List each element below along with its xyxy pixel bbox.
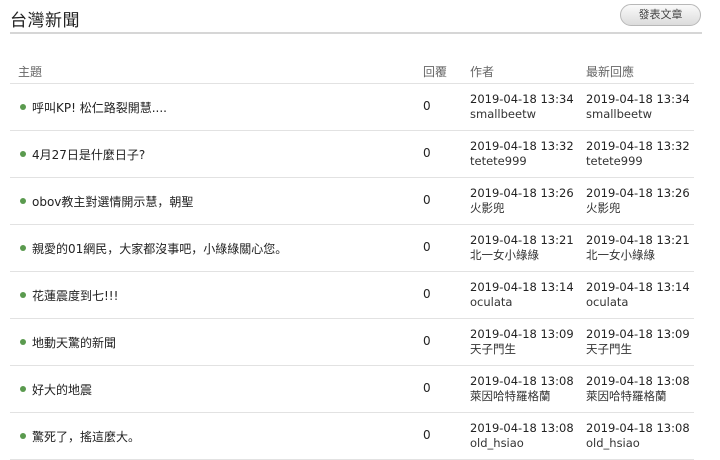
reply-count: 0: [423, 334, 431, 348]
latest-time[interactable]: 2019-04-18 13:21: [586, 233, 690, 248]
author-cell: 2019-04-18 13:08 old_hsiao: [470, 421, 574, 451]
bullet-icon: [20, 339, 26, 345]
author-name[interactable]: 萊因哈特羅格蘭: [470, 389, 574, 404]
table-row: 親愛的01網民，大家都沒事吧，小綠綠關心您。 0 2019-04-18 13:2…: [10, 225, 694, 272]
bullet-icon: [20, 245, 26, 251]
bullet-icon: [20, 198, 26, 204]
author-cell: 2019-04-18 13:08 萊因哈特羅格蘭: [470, 374, 574, 404]
column-header-latest: 最新回應: [586, 65, 635, 79]
author-cell: 2019-04-18 13:14 oculata: [470, 280, 574, 310]
author-cell: 2019-04-18 13:21 北一女小綠綠: [470, 233, 574, 263]
author-cell: 2019-04-18 13:32 tetete999: [470, 139, 574, 169]
latest-time[interactable]: 2019-04-18 13:14: [586, 280, 690, 295]
topic-table: 主題 回覆 作者 最新回應 呼叫KP! 松仁路裂開慧.... 0 2019-04…: [10, 36, 694, 460]
page-header: 台灣新聞 發表文章: [0, 0, 720, 36]
latest-user[interactable]: tetete999: [586, 154, 690, 169]
author-time: 2019-04-18 13:34: [470, 92, 574, 106]
topic-link[interactable]: 地動天驚的新聞: [32, 334, 116, 351]
reply-count: 0: [423, 240, 431, 254]
author-time: 2019-04-18 13:26: [470, 186, 574, 200]
author-cell: 2019-04-18 13:34 smallbeetw: [470, 92, 574, 122]
topic-link[interactable]: 好大的地震: [32, 381, 92, 398]
topic-link[interactable]: 親愛的01網民，大家都沒事吧，小綠綠關心您。: [32, 240, 287, 257]
latest-user[interactable]: smallbeetw: [586, 107, 690, 122]
author-name[interactable]: 天子門生: [470, 342, 574, 357]
page-title: 台灣新聞: [10, 11, 80, 31]
bullet-icon: [20, 292, 26, 298]
post-article-button[interactable]: 發表文章: [620, 4, 701, 26]
author-name[interactable]: smallbeetw: [470, 107, 574, 122]
latest-cell: 2019-04-18 13:34 smallbeetw: [586, 92, 690, 122]
bullet-icon: [20, 433, 26, 439]
latest-user[interactable]: oculata: [586, 295, 690, 310]
latest-cell: 2019-04-18 13:08 萊因哈特羅格蘭: [586, 374, 690, 404]
bullet-icon: [20, 151, 26, 157]
table-row: 好大的地震 0 2019-04-18 13:08 萊因哈特羅格蘭 2019-04…: [10, 366, 694, 413]
topic-link[interactable]: 驚死了，搖這麼大。: [32, 428, 140, 445]
reply-count: 0: [423, 193, 431, 207]
topic-link[interactable]: 呼叫KP! 松仁路裂開慧....: [32, 99, 167, 116]
reply-count: 0: [423, 381, 431, 395]
latest-time[interactable]: 2019-04-18 13:09: [586, 327, 690, 342]
header-divider: [10, 32, 702, 34]
author-time: 2019-04-18 13:14: [470, 280, 574, 294]
author-time: 2019-04-18 13:32: [470, 139, 574, 153]
reply-count: 0: [423, 428, 431, 442]
author-name[interactable]: tetete999: [470, 154, 574, 169]
topic-link[interactable]: obov教主對選情開示慧，朝聖: [32, 193, 193, 210]
latest-cell: 2019-04-18 13:26 火影兜: [586, 186, 690, 216]
latest-time[interactable]: 2019-04-18 13:08: [586, 421, 690, 436]
author-time: 2019-04-18 13:09: [470, 327, 574, 341]
reply-count: 0: [423, 287, 431, 301]
author-time: 2019-04-18 13:08: [470, 374, 574, 388]
latest-time[interactable]: 2019-04-18 13:08: [586, 374, 690, 389]
latest-cell: 2019-04-18 13:14 oculata: [586, 280, 690, 310]
latest-time[interactable]: 2019-04-18 13:26: [586, 186, 690, 201]
author-name[interactable]: oculata: [470, 295, 574, 310]
latest-user[interactable]: 北一女小綠綠: [586, 248, 690, 263]
latest-cell: 2019-04-18 13:08 old_hsiao: [586, 421, 690, 451]
author-cell: 2019-04-18 13:26 火影兜: [470, 186, 574, 216]
author-time: 2019-04-18 13:08: [470, 421, 574, 435]
column-header-subject: 主題: [18, 65, 43, 79]
bullet-icon: [20, 386, 26, 392]
latest-time[interactable]: 2019-04-18 13:34: [586, 92, 690, 107]
table-row: 呼叫KP! 松仁路裂開慧.... 0 2019-04-18 13:34 smal…: [10, 84, 694, 131]
table-row: 驚死了，搖這麼大。 0 2019-04-18 13:08 old_hsiao 2…: [10, 413, 694, 460]
author-name[interactable]: old_hsiao: [470, 436, 574, 451]
table-row: 4月27日是什麼日子? 0 2019-04-18 13:32 tetete999…: [10, 131, 694, 178]
table-row: 地動天驚的新聞 0 2019-04-18 13:09 天子門生 2019-04-…: [10, 319, 694, 366]
author-cell: 2019-04-18 13:09 天子門生: [470, 327, 574, 357]
author-time: 2019-04-18 13:21: [470, 233, 574, 247]
latest-cell: 2019-04-18 13:32 tetete999: [586, 139, 690, 169]
latest-cell: 2019-04-18 13:21 北一女小綠綠: [586, 233, 690, 263]
latest-cell: 2019-04-18 13:09 天子門生: [586, 327, 690, 357]
author-name[interactable]: 北一女小綠綠: [470, 248, 574, 263]
latest-user[interactable]: 萊因哈特羅格蘭: [586, 389, 690, 404]
column-header-author: 作者: [470, 65, 495, 79]
table-row: 花蓮震度到七!!! 0 2019-04-18 13:14 oculata 201…: [10, 272, 694, 319]
topic-link[interactable]: 花蓮震度到七!!!: [32, 287, 118, 304]
topic-link[interactable]: 4月27日是什麼日子?: [32, 146, 145, 163]
table-header: 主題 回覆 作者 最新回應: [10, 36, 694, 84]
latest-user[interactable]: 火影兜: [586, 201, 690, 216]
latest-user[interactable]: old_hsiao: [586, 436, 690, 451]
column-header-replies: 回覆: [423, 65, 448, 79]
bullet-icon: [20, 104, 26, 110]
table-row: obov教主對選情開示慧，朝聖 0 2019-04-18 13:26 火影兜 2…: [10, 178, 694, 225]
latest-time[interactable]: 2019-04-18 13:32: [586, 139, 690, 154]
author-name[interactable]: 火影兜: [470, 201, 574, 216]
reply-count: 0: [423, 99, 431, 113]
reply-count: 0: [423, 146, 431, 160]
latest-user[interactable]: 天子門生: [586, 342, 690, 357]
